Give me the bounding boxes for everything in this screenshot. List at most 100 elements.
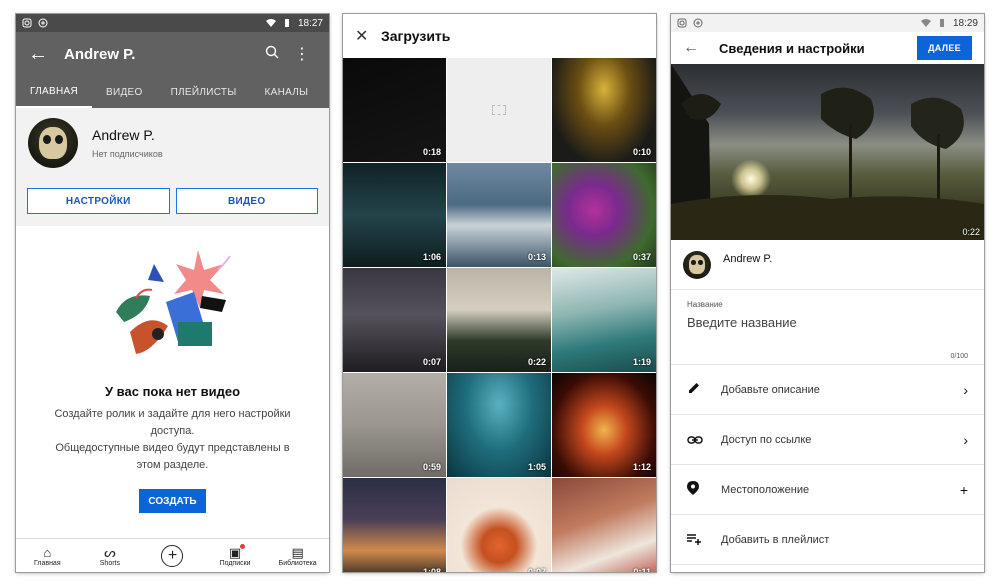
status-bar: 18:27 [16,14,329,32]
tab-about[interactable]: О [322,76,329,108]
details-title: Сведения и настройки [719,40,865,56]
video-thumbnail[interactable]: 0:18 [343,58,446,162]
setting-playlist[interactable]: Добавить в плейлист [671,515,984,565]
setting-location-label: Местоположение [721,483,810,496]
nav-shorts-label: Shorts [99,559,120,567]
tab-home[interactable]: ГЛАВНАЯ [16,76,92,108]
channel-actions: НАСТРОЙКИ ВИДЕО [16,178,329,226]
video-thumbnail[interactable]: 0:13 [447,163,551,267]
upload-title: Загрузить [381,28,451,44]
nav-shorts[interactable]: ᔕ Shorts [79,539,142,572]
video-thumbnail[interactable]: 0:07 [343,268,446,372]
title-field[interactable]: Название Введите название 0/100 [671,290,984,365]
video-duration: 0:59 [422,462,441,472]
video-duration: 1:05 [527,462,546,472]
video-thumbnail[interactable]: 0:10 [552,58,656,162]
create-button[interactable]: СОЗДАТЬ [139,489,206,513]
video-thumbnail[interactable]: 1:05 [447,373,551,477]
empty-desc-line1: Создайте ролик и задайте для него настро… [54,408,291,437]
tab-videos[interactable]: ВИДЕО [92,76,157,108]
next-button[interactable]: ДАЛЕЕ [917,36,972,60]
nav-subscriptions-label: Подписки [219,559,251,567]
video-preview[interactable]: 0:22 [671,64,984,240]
chevron-right-icon: › [963,381,968,398]
tab-channels[interactable]: КАНАЛЫ [250,76,322,108]
video-duration: 1:19 [632,357,651,367]
video-thumbnail[interactable]: 1:19 [552,268,656,372]
chevron-right-icon: › [963,431,968,448]
video-duration: 0:10 [632,147,651,157]
search-icon[interactable] [257,45,287,64]
video-thumbnail[interactable]: 0:22 [447,268,551,372]
video-thumbnail[interactable] [447,58,551,162]
nav-create[interactable]: + [141,539,204,572]
preview-duration: 0:22 [962,227,980,237]
setting-location[interactable]: Местоположение + [671,465,984,515]
back-arrow-icon[interactable]: ← [683,39,719,57]
title-label: Название [687,300,723,309]
instagram-icon [677,18,687,28]
title-input[interactable]: Введите название [687,315,968,330]
video-duration: 1:06 [422,252,441,262]
video-thumbnail[interactable]: 1:12 [552,373,656,477]
video-thumbnail[interactable]: 0:37 [552,163,656,267]
video-duration: 1:12 [632,462,651,472]
setting-access[interactable]: Доступ по ссылке › [671,415,984,465]
video-duration: 1:08 [422,567,441,572]
nav-home-label: Главная [33,559,61,567]
link-icon [687,432,721,448]
subscriber-count: Нет подписчиков [92,149,163,159]
back-arrow-icon[interactable]: ← [28,43,64,66]
app-notification-icon [693,18,703,28]
home-icon: ⌂ [43,544,52,560]
setting-access-label: Доступ по ссылке [721,433,812,446]
video-duration: 0:37 [632,252,651,262]
video-thumbnail[interactable]: 0:59 [343,373,446,477]
avatar [28,118,78,168]
empty-illustration [116,250,231,354]
settings-button[interactable]: НАСТРОЙКИ [27,188,170,214]
wifi-icon [920,19,931,27]
more-vert-icon[interactable]: ⋮ [287,44,317,64]
image-placeholder-icon [492,105,506,115]
title-counter: 0/100 [950,353,968,360]
nav-library[interactable]: ▤ Библиотека [266,539,329,572]
empty-state: У вас пока нет видео Создайте ролик и за… [16,226,329,542]
video-thumbnail[interactable]: 1:06 [343,163,446,267]
channel-tabs: ГЛАВНАЯ ВИДЕО ПЛЕЙЛИСТЫ КАНАЛЫ О [16,76,329,108]
video-thumbnail[interactable]: 1:08 [343,478,446,572]
setting-description-label: Добавьте описание [721,383,820,396]
nav-library-label: Библиотека [278,559,317,567]
channel-header: Andrew P. Нет подписчиков [16,108,329,178]
status-bar: 18:29 [671,14,984,32]
video-duration: 0:07 [527,567,546,572]
video-thumbnail[interactable]: 0:11 [552,478,656,572]
empty-heading: У вас пока нет видео [104,384,241,399]
video-grid: 0:18 0:10 1:06 0:13 0:37 0:07 0:22 1:19 0:59 1:05… [343,58,656,572]
video-duration: 0:22 [527,357,546,367]
app-toolbar: ← Andrew P. ⋮ [16,32,329,76]
empty-desc-line2: Общедоступные видео будут представлены в… [55,442,290,471]
bottom-navigation: ⌂ Главная ᔕ Shorts + ▣ Подписки ▤ Библио… [16,538,329,572]
close-icon[interactable]: ✕ [355,26,381,46]
create-plus-icon: + [161,544,184,567]
details-settings-screen: 18:29 ← Сведения и настройки ДАЛЕЕ 0:22 … [671,14,984,572]
video-duration: 0:18 [422,147,441,157]
video-duration: 0:13 [527,252,546,262]
playlist-add-icon [687,532,721,548]
battery-icon [939,19,944,27]
nav-subscriptions[interactable]: ▣ Подписки [204,539,267,572]
add-plus-icon: + [959,481,968,498]
tab-playlists[interactable]: ПЛЕЙЛИСТЫ [157,76,251,108]
setting-description[interactable]: Добавьте описание › [671,365,984,415]
app-notification-icon [38,18,48,28]
wifi-icon [265,19,276,27]
details-header: ← Сведения и настройки ДАЛЕЕ [671,32,984,64]
subscriptions-icon: ▣ [229,543,246,560]
video-thumbnail[interactable]: 0:07 [447,478,551,572]
video-button[interactable]: ВИДЕО [175,188,318,214]
channel-title: Andrew P. [64,45,136,63]
video-duration: 0:11 [633,567,651,572]
empty-description: Создайте ролик и задайте для него настро… [46,406,299,474]
nav-home[interactable]: ⌂ Главная [16,539,79,572]
